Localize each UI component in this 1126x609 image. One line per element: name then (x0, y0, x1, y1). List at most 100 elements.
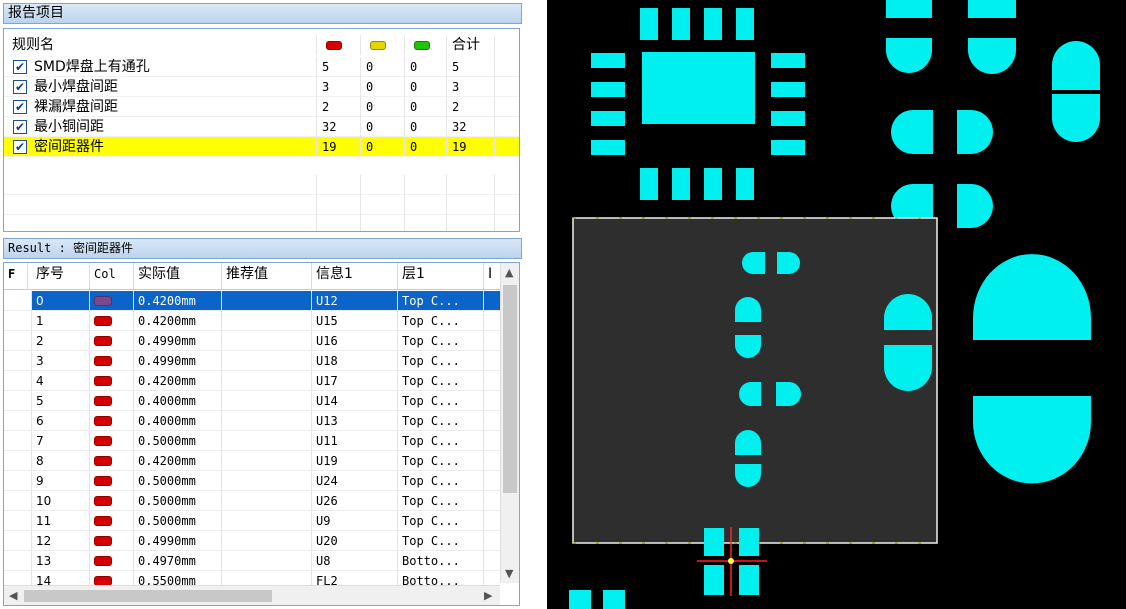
actual-value: 0.4000mm (134, 391, 222, 411)
actual-value: 0.4990mm (134, 531, 222, 551)
actual-value: 0.4200mm (134, 371, 222, 391)
pcb-layout[interactable] (547, 0, 1126, 609)
checkbox[interactable]: ✔ (13, 120, 27, 134)
table-row[interactable]: 6 0.4000mm U13 Top C... (4, 411, 500, 431)
actual-value: 0.4200mm (134, 291, 222, 311)
pad (884, 345, 932, 391)
table-row[interactable]: 5 0.4000mm U14 Top C... (4, 391, 500, 411)
rule-row[interactable]: ✔ SMD焊盘上有通孔 5 0 0 5 (4, 57, 519, 77)
scroll-down-icon[interactable]: ▼ (505, 567, 513, 580)
pad (591, 82, 625, 97)
result-header: Result : 密间距器件 (3, 238, 522, 259)
rules-table: 规则名 合计 ✔ SMD焊盘上有通孔 5 0 0 5 ✔ 最小焊盘间距 3 0 … (3, 28, 520, 232)
index-column-header[interactable]: 序号 (32, 263, 90, 290)
table-row[interactable]: 1 0.4200mm U15 Top C... (4, 311, 500, 331)
warning-status-icon (370, 35, 386, 55)
result-table-header: F 序号 Col 实际值 推荐值 信息1 层1 I (4, 263, 500, 290)
info-value: U26 (312, 491, 398, 511)
table-row[interactable]: 3 0.4990mm U18 Top C... (4, 351, 500, 371)
error-count: 2 (322, 100, 330, 114)
rule-row[interactable]: ✔ 密间距器件 19 0 0 19 (4, 137, 519, 157)
info-value: U20 (312, 531, 398, 551)
pad (891, 110, 933, 154)
table-row[interactable]: 8 0.4200mm U19 Top C... (4, 451, 500, 471)
layer-value: Top C... (398, 451, 484, 471)
row-index: 10 (32, 491, 90, 511)
row-index: 7 (32, 431, 90, 451)
row-index: 6 (32, 411, 90, 431)
pad (735, 430, 761, 455)
actual-value: 0.4990mm (134, 331, 222, 351)
pad (735, 297, 761, 322)
layer-value: Top C... (398, 471, 484, 491)
table-row[interactable]: 11 0.5000mm U9 Top C... (4, 511, 500, 531)
layer-column-header[interactable]: 层1 (398, 263, 484, 290)
info-value: U12 (312, 291, 398, 311)
color-swatch (90, 391, 134, 411)
info-value: U9 (312, 511, 398, 531)
result-table: F 序号 Col 实际值 推荐值 信息1 层1 I 0 0.4200mm U12… (3, 262, 520, 606)
color-swatch (90, 471, 134, 491)
checkbox[interactable]: ✔ (13, 60, 27, 74)
horizontal-scroll-thumb[interactable] (24, 590, 272, 602)
f-column-header[interactable]: F (4, 263, 28, 290)
report-items-title: 报告项目 (8, 5, 64, 21)
vertical-scroll-thumb[interactable] (503, 285, 517, 493)
table-row[interactable]: 9 0.5000mm U24 Top C... (4, 471, 500, 491)
info-value: U15 (312, 311, 398, 331)
info-value: U11 (312, 431, 398, 451)
info-value: U19 (312, 451, 398, 471)
pad (886, 38, 932, 73)
horizontal-scrollbar[interactable]: ◀ ▶ (4, 585, 500, 605)
table-row[interactable]: 7 0.5000mm U11 Top C... (4, 431, 500, 451)
layer-value: Top C... (398, 331, 484, 351)
warning-count: 0 (366, 80, 374, 94)
pad (968, 38, 1016, 74)
pad (672, 8, 690, 40)
layer-value: Top C... (398, 351, 484, 371)
table-row[interactable]: 4 0.4200mm U17 Top C... (4, 371, 500, 391)
pad (777, 252, 800, 274)
info-column-header[interactable]: 信息1 (312, 263, 398, 290)
recommended-value (222, 291, 312, 311)
checkbox[interactable]: ✔ (13, 80, 27, 94)
rule-name: 最小铜间距 (34, 119, 104, 135)
recommended-value-column-header[interactable]: 推荐值 (222, 263, 312, 290)
rule-row[interactable]: ✔ 裸漏焊盘间距 2 0 0 2 (4, 97, 519, 117)
recommended-value (222, 471, 312, 491)
ok-status-icon (414, 35, 430, 55)
pad (736, 168, 754, 200)
table-row[interactable]: 10 0.5000mm U26 Top C... (4, 491, 500, 511)
drc-report-panel: 报告项目 规则名 合计 ✔ SMD焊盘上有通孔 5 0 0 5 ✔ 最小焊盘间距… (0, 0, 526, 609)
checkbox[interactable]: ✔ (13, 100, 27, 114)
actual-value: 0.4000mm (134, 411, 222, 431)
actual-value: 0.4970mm (134, 551, 222, 571)
scroll-right-icon[interactable]: ▶ (484, 589, 492, 602)
recommended-value (222, 551, 312, 571)
more-column-header[interactable]: I (484, 263, 500, 290)
rule-row[interactable]: ✔ 最小焊盘间距 3 0 0 3 (4, 77, 519, 97)
table-row[interactable]: 2 0.4990mm U16 Top C... (4, 331, 500, 351)
table-row[interactable]: 12 0.4990mm U20 Top C... (4, 531, 500, 551)
actual-value-column-header[interactable]: 实际值 (134, 263, 222, 290)
rule-name: 密间距器件 (34, 139, 104, 155)
color-swatch (90, 431, 134, 451)
pad (591, 140, 625, 155)
row-index: 1 (32, 311, 90, 331)
scroll-left-icon[interactable]: ◀ (9, 589, 17, 602)
pcb-view-canvas[interactable] (547, 0, 1126, 609)
layer-value: Top C... (398, 391, 484, 411)
rule-row[interactable]: ✔ 最小铜间距 32 0 0 32 (4, 117, 519, 137)
color-swatch (90, 411, 134, 431)
vertical-scrollbar[interactable]: ▲ ▼ (500, 263, 519, 583)
checkbox[interactable]: ✔ (13, 140, 27, 154)
table-row[interactable]: 13 0.4970mm U8 Botto... (4, 551, 500, 571)
total-count: 3 (452, 80, 460, 94)
table-row[interactable]: 0 0.4200mm U12 Top C... (4, 291, 500, 311)
col-column-header[interactable]: Col (90, 263, 134, 290)
pad (771, 53, 805, 68)
info-value: U17 (312, 371, 398, 391)
error-count: 19 (322, 140, 337, 154)
pad (1052, 94, 1100, 142)
scroll-up-icon[interactable]: ▲ (505, 266, 513, 279)
